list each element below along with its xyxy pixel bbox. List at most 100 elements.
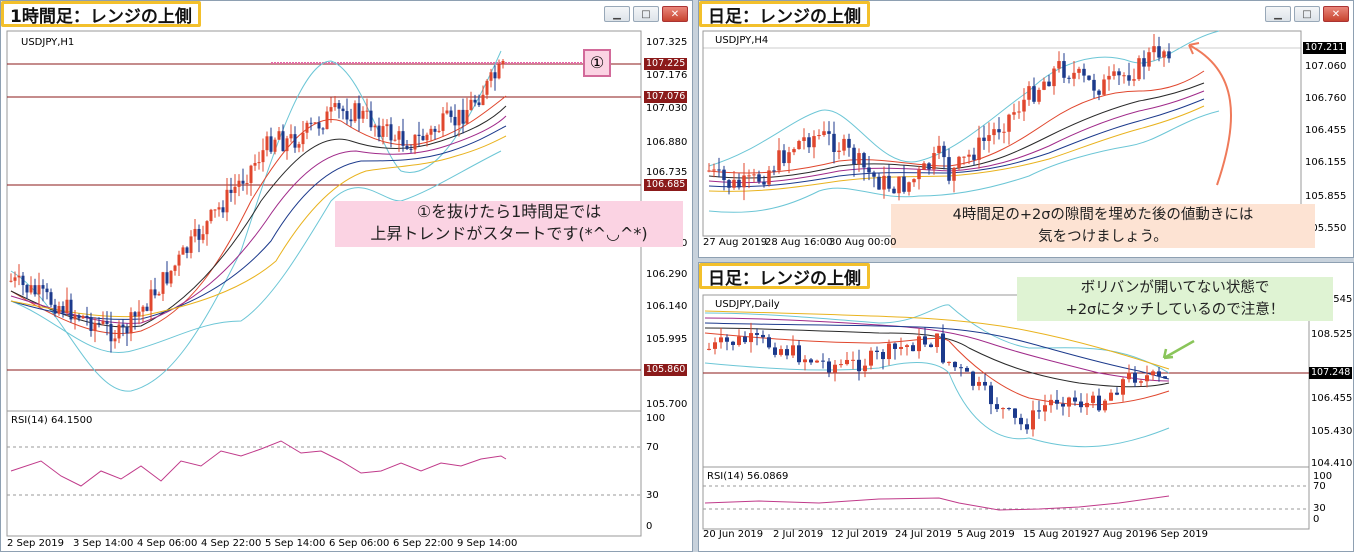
candle-body (867, 167, 871, 173)
candle-body (101, 321, 105, 324)
candle-body (457, 109, 461, 126)
candle-body (725, 337, 729, 342)
candle-body (952, 167, 956, 181)
candle-body (301, 132, 305, 145)
candle-body (445, 110, 449, 114)
candle-body (777, 150, 781, 171)
candle-body (742, 175, 746, 188)
candle-body (977, 137, 981, 160)
candle-body (822, 131, 826, 136)
candle-body (409, 148, 413, 150)
h4-time-1: 28 Aug 16:00 (765, 237, 833, 248)
candle-body (109, 323, 113, 342)
candle-body (852, 147, 856, 165)
candle-body (803, 359, 807, 363)
candle-body (237, 180, 241, 187)
candle-body (361, 110, 365, 119)
h1-price-tag-860: 105.860 (644, 364, 688, 376)
candle-body (117, 324, 121, 339)
candle-body (349, 119, 353, 122)
candle-body (189, 236, 193, 253)
candle-body (817, 135, 821, 137)
candle-body (33, 285, 37, 295)
candle-body (261, 150, 265, 163)
candle-body (61, 306, 65, 314)
daily-rsi-label: RSI(14) 56.0869 (707, 471, 789, 482)
candle-body (929, 344, 933, 348)
candle-body (713, 342, 717, 349)
candle-body (1142, 58, 1146, 67)
h4-annotation-line1: 4時間足の+2σの隙間を埋めた後の値動きには (952, 207, 1254, 223)
candle-body (1163, 376, 1167, 379)
h1-time-0: 2 Sep 2019 (7, 538, 65, 549)
candle-body (722, 169, 726, 181)
h4-chart-window[interactable]: 日足：レンジの上側 ▁ □ ✕ USDJPY,H4 107.211 107.06… (698, 0, 1354, 258)
h1-rsi-label: RSI(14) 64.1500 (11, 415, 93, 426)
candle-body (113, 338, 117, 342)
candle-body (922, 163, 926, 170)
candle-body (712, 169, 716, 171)
candle-body (125, 327, 129, 334)
candle-body (149, 289, 153, 311)
candle-body (947, 361, 951, 363)
candle-body (893, 343, 897, 349)
h4-time-2: 30 Aug 00:00 (829, 237, 897, 248)
candle-body (997, 129, 1001, 133)
candle-body (245, 182, 249, 184)
candle-body (377, 125, 381, 137)
candle-body (965, 367, 969, 372)
candle-body (209, 209, 213, 222)
candle-body (1067, 77, 1071, 79)
candle-body (309, 122, 313, 124)
candle-body (1157, 371, 1161, 377)
candle-body (1137, 58, 1141, 80)
candle-body (1077, 68, 1081, 73)
candle-body (972, 154, 976, 160)
candle-body (1042, 81, 1046, 90)
candle-body (333, 103, 337, 108)
candle-body (145, 306, 149, 311)
candle-body (1145, 375, 1149, 382)
h1-time-2: 4 Sep 06:00 (137, 538, 198, 549)
candle-body (449, 110, 453, 117)
h1-rsi-0: 0 (646, 521, 653, 532)
candle-body (141, 306, 145, 312)
h1-price-995: 105.995 (646, 334, 688, 345)
candle-body (1102, 79, 1106, 95)
candle-body (905, 345, 909, 347)
h1-rsi-100: 100 (646, 413, 666, 424)
candle-body (285, 138, 289, 152)
candle-body (732, 179, 736, 188)
h1-chart-canvas[interactable] (1, 1, 693, 552)
candle-body (193, 228, 197, 237)
candle-body (887, 343, 891, 360)
candle-body (937, 145, 941, 154)
candle-body (453, 116, 457, 126)
h4-symbol-label: USDJPY,H4 (715, 35, 769, 46)
candle-body (269, 136, 273, 152)
daily-annotation-line1: ボリバンが開いてない状態で (1080, 280, 1270, 296)
candle-body (869, 350, 873, 366)
candle-body (329, 107, 333, 112)
candle-body (317, 122, 321, 129)
candle-body (1107, 75, 1111, 80)
h1-chart-window[interactable]: 1時間足：レンジの上側 ▁ □ ✕ USDJPY,H1 ① 107.325 10… (0, 0, 693, 552)
candle-body (469, 99, 473, 110)
candle-body (752, 174, 756, 176)
daily-chart-window[interactable]: 日足：レンジの上側 USDJPY,Daily 109.545 108.525 1… (698, 262, 1354, 552)
candle-body (1061, 403, 1065, 407)
candle-body (185, 247, 189, 253)
candle-body (433, 128, 437, 132)
candle-body (707, 348, 711, 350)
candle-body (1112, 71, 1116, 76)
candle-body (89, 317, 93, 332)
candle-body (165, 272, 169, 284)
candle-body (421, 135, 425, 141)
candle-body (1001, 408, 1005, 410)
candle-body (935, 333, 939, 348)
candle-body (1055, 399, 1059, 404)
candle-body (65, 299, 69, 314)
h4-time-0: 27 Aug 2019 (703, 237, 768, 248)
candle-body (989, 385, 993, 405)
candle-body (1091, 395, 1095, 403)
